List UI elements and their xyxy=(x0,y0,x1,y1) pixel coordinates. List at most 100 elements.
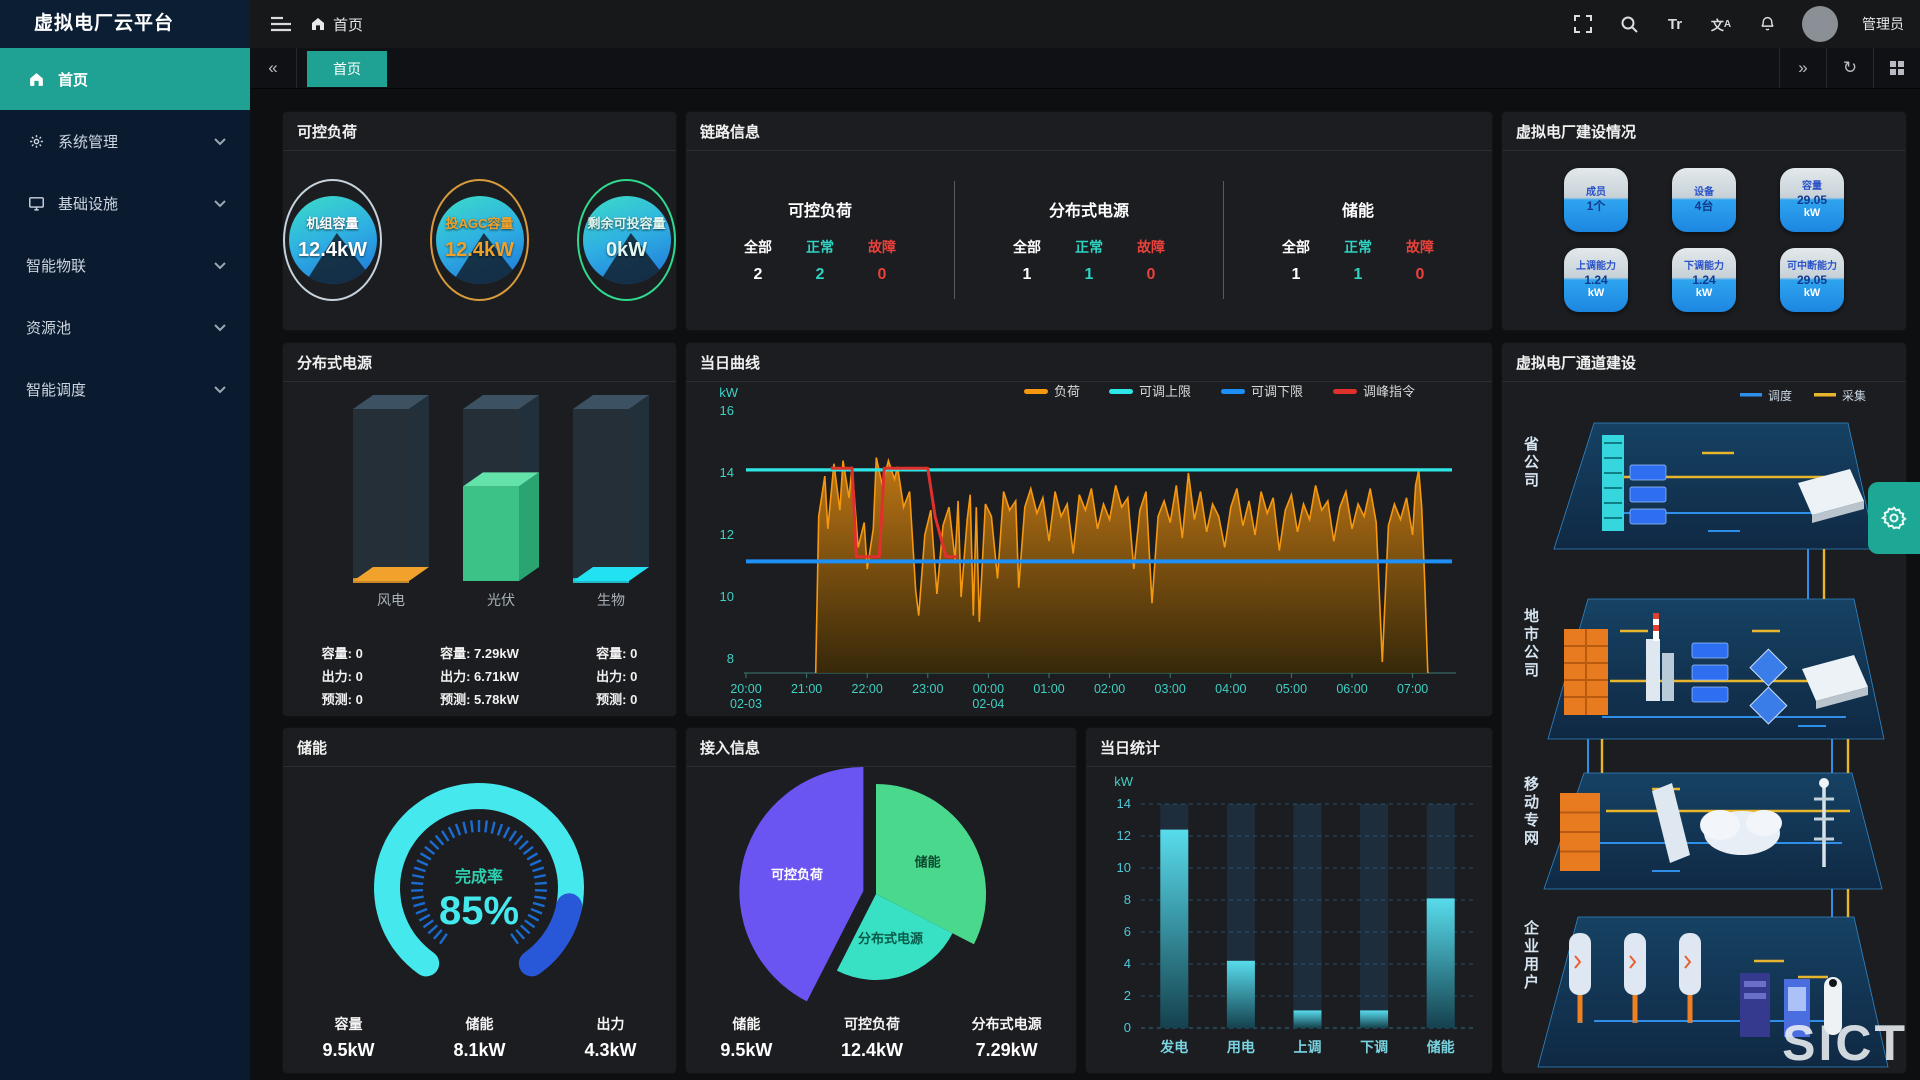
settings-fab-button[interactable] xyxy=(1868,482,1920,554)
storage-gauge-chart: 完成率 85% xyxy=(283,766,676,1006)
kpi-gauge-label: 剩余可投容量 xyxy=(579,213,674,232)
kpi-gauge-2: 剩余可投容量 0kW xyxy=(577,179,676,301)
build-badge-0: 成员1个 xyxy=(1564,168,1628,232)
daily-curve-chart: kW16141210820:0002-0321:0022:0023:0000:0… xyxy=(694,381,1484,713)
dist-power-stats: 容量: 0出力: 0预测: 0容量: 7.29kW出力: 6.71kW预测: 5… xyxy=(283,643,676,708)
breadcrumb[interactable]: 首页 xyxy=(310,14,363,35)
link-stat-all: 全部1 xyxy=(1013,237,1041,284)
svg-text:生物: 生物 xyxy=(597,592,625,608)
bell-icon[interactable] xyxy=(1756,13,1778,35)
access-stat-1: 可控负荷12.4kW xyxy=(841,1014,903,1061)
svg-text:6: 6 xyxy=(1124,924,1131,939)
tab-home[interactable]: 首页 xyxy=(307,51,387,87)
link-stat-value: 1 xyxy=(1085,266,1094,284)
dist-stat-col-2: 容量: 0出力: 0预测: 0 xyxy=(596,643,637,708)
badge-label: 上调能力 xyxy=(1576,261,1616,273)
svg-text:02-03: 02-03 xyxy=(730,697,762,711)
panel-title: 虚拟电厂通道建设 xyxy=(1516,352,1636,373)
sidebar: 虚拟电厂云平台 首页系统管理基础设施智能物联资源池智能调度 xyxy=(0,0,250,1080)
svg-text:85%: 85% xyxy=(439,889,519,933)
badge-value: 29.05 xyxy=(1797,273,1827,287)
badge-unit: kW xyxy=(1804,207,1821,220)
sidebar-item-label: 首页 xyxy=(58,69,88,90)
link-stat-fault: 故障0 xyxy=(1406,237,1434,284)
svg-text:移动专网: 移动专网 xyxy=(1524,775,1539,847)
chevron-down-icon xyxy=(214,257,226,274)
layout-grid-button[interactable] xyxy=(1873,48,1920,88)
badge-label: 设备 xyxy=(1694,187,1714,199)
svg-text:04:00: 04:00 xyxy=(1215,682,1246,696)
panel-title: 虚拟电厂建设情况 xyxy=(1516,121,1636,142)
fullscreen-icon[interactable] xyxy=(1572,13,1594,35)
stat-label: 分布式电源 xyxy=(972,1014,1042,1034)
sidebar-item-4[interactable]: 资源池 xyxy=(0,296,250,358)
build-badge-4: 下调能力1.24kW xyxy=(1672,248,1736,312)
svg-text:06:00: 06:00 xyxy=(1336,682,1367,696)
stat-label: 储能 xyxy=(466,1014,494,1034)
sidebar-item-3[interactable]: 智能物联 xyxy=(0,234,250,296)
dist-stat-line: 出力: 0 xyxy=(322,666,363,685)
dist-stat-line: 预测: 0 xyxy=(596,689,637,708)
translate-icon[interactable]: 文A xyxy=(1710,13,1732,35)
access-stat-0: 储能9.5kW xyxy=(720,1014,772,1061)
kpi-gauge-value: 12.4kW xyxy=(432,239,527,262)
dist-stat-col-0: 容量: 0出力: 0预测: 0 xyxy=(322,643,363,708)
kpi-gauge-value: 0kW xyxy=(579,239,674,262)
kpi-gauge-1: 投AGC容量 12.4kW xyxy=(430,179,529,301)
svg-text:2: 2 xyxy=(1124,988,1131,1003)
panel-title: 链路信息 xyxy=(700,121,760,142)
svg-text:可调上限: 可调上限 xyxy=(1139,384,1191,399)
svg-text:完成率: 完成率 xyxy=(455,867,503,886)
link-stat-label: 全部 xyxy=(1282,237,1310,257)
gear-icon xyxy=(26,131,46,151)
link-stat-label: 故障 xyxy=(1406,237,1434,257)
sidebar-item-2[interactable]: 基础设施 xyxy=(0,172,250,234)
chevron-down-icon xyxy=(214,319,226,336)
monitor-icon xyxy=(26,193,46,213)
svg-text:12: 12 xyxy=(1117,828,1131,843)
panel-vpp-build: 虚拟电厂建设情况 成员1个设备4台容量29.05kW上调能力1.24kW下调能力… xyxy=(1502,112,1906,330)
link-stat-value: 0 xyxy=(1147,266,1156,284)
link-stat-value: 1 xyxy=(1354,266,1363,284)
sidebar-item-label: 智能调度 xyxy=(26,379,86,400)
refresh-button[interactable]: ↻ xyxy=(1826,48,1873,88)
storage-stat-2: 出力4.3kW xyxy=(584,1014,636,1061)
panel-title: 储能 xyxy=(297,737,327,758)
svg-text:12: 12 xyxy=(720,527,734,542)
badge-value: 4台 xyxy=(1695,199,1714,213)
font-size-icon[interactable]: Tr xyxy=(1664,13,1686,35)
daily-stats-bar-chart: kW02468101214发电用电上调下调储能 xyxy=(1089,766,1489,1071)
link-info-groups: 可控负荷全部2正常2故障0分布式电源全部1正常1故障0储能全部1正常1故障0 xyxy=(686,150,1492,330)
svg-text:可控负荷: 可控负荷 xyxy=(771,867,823,882)
sidebar-item-5[interactable]: 智能调度 xyxy=(0,358,250,420)
build-badge-3: 上调能力1.24kW xyxy=(1564,248,1628,312)
search-icon[interactable] xyxy=(1618,13,1640,35)
svg-text:用电: 用电 xyxy=(1227,1039,1255,1055)
kpi-gauge-label: 投AGC容量 xyxy=(432,213,527,232)
access-info-pie-chart: 储能分布式电源可控负荷 xyxy=(686,766,1076,1016)
collapse-left-button[interactable]: « xyxy=(250,48,297,88)
svg-text:储能: 储能 xyxy=(914,854,941,869)
sidebar-item-home[interactable]: 首页 xyxy=(0,48,250,110)
link-stat-value: 1 xyxy=(1292,266,1301,284)
home-icon xyxy=(310,16,326,32)
link-stat-label: 故障 xyxy=(1137,237,1165,257)
svg-text:发电: 发电 xyxy=(1159,1039,1188,1055)
link-group-title: 分布式电源 xyxy=(1049,197,1129,221)
panel-daily-stats: 当日统计 kW02468101214发电用电上调下调储能 xyxy=(1086,728,1492,1073)
badge-unit: kW xyxy=(1804,287,1821,300)
main-content: 可控负荷 机组容量12.4kW投AGC容量12.4kW剩余可投容量0kW 链路信… xyxy=(250,88,1920,1080)
kpi-gauges: 机组容量12.4kW投AGC容量12.4kW剩余可投容量0kW xyxy=(283,150,676,330)
link-stat-value: 0 xyxy=(878,266,887,284)
link-stat-all: 全部2 xyxy=(744,237,772,284)
kpi-gauge-value: 12.4kW xyxy=(285,239,380,262)
user-avatar[interactable] xyxy=(1802,6,1838,42)
sidebar-item-1[interactable]: 系统管理 xyxy=(0,110,250,172)
link-group-title: 可控负荷 xyxy=(788,197,852,221)
expand-right-button[interactable]: » xyxy=(1779,48,1826,88)
panel-title: 当日统计 xyxy=(1100,737,1160,758)
dist-stat-line: 容量: 7.29kW xyxy=(440,643,519,662)
link-stat-label: 正常 xyxy=(1075,237,1103,257)
link-group-title: 储能 xyxy=(1342,197,1374,221)
hamburger-icon[interactable] xyxy=(270,13,292,35)
